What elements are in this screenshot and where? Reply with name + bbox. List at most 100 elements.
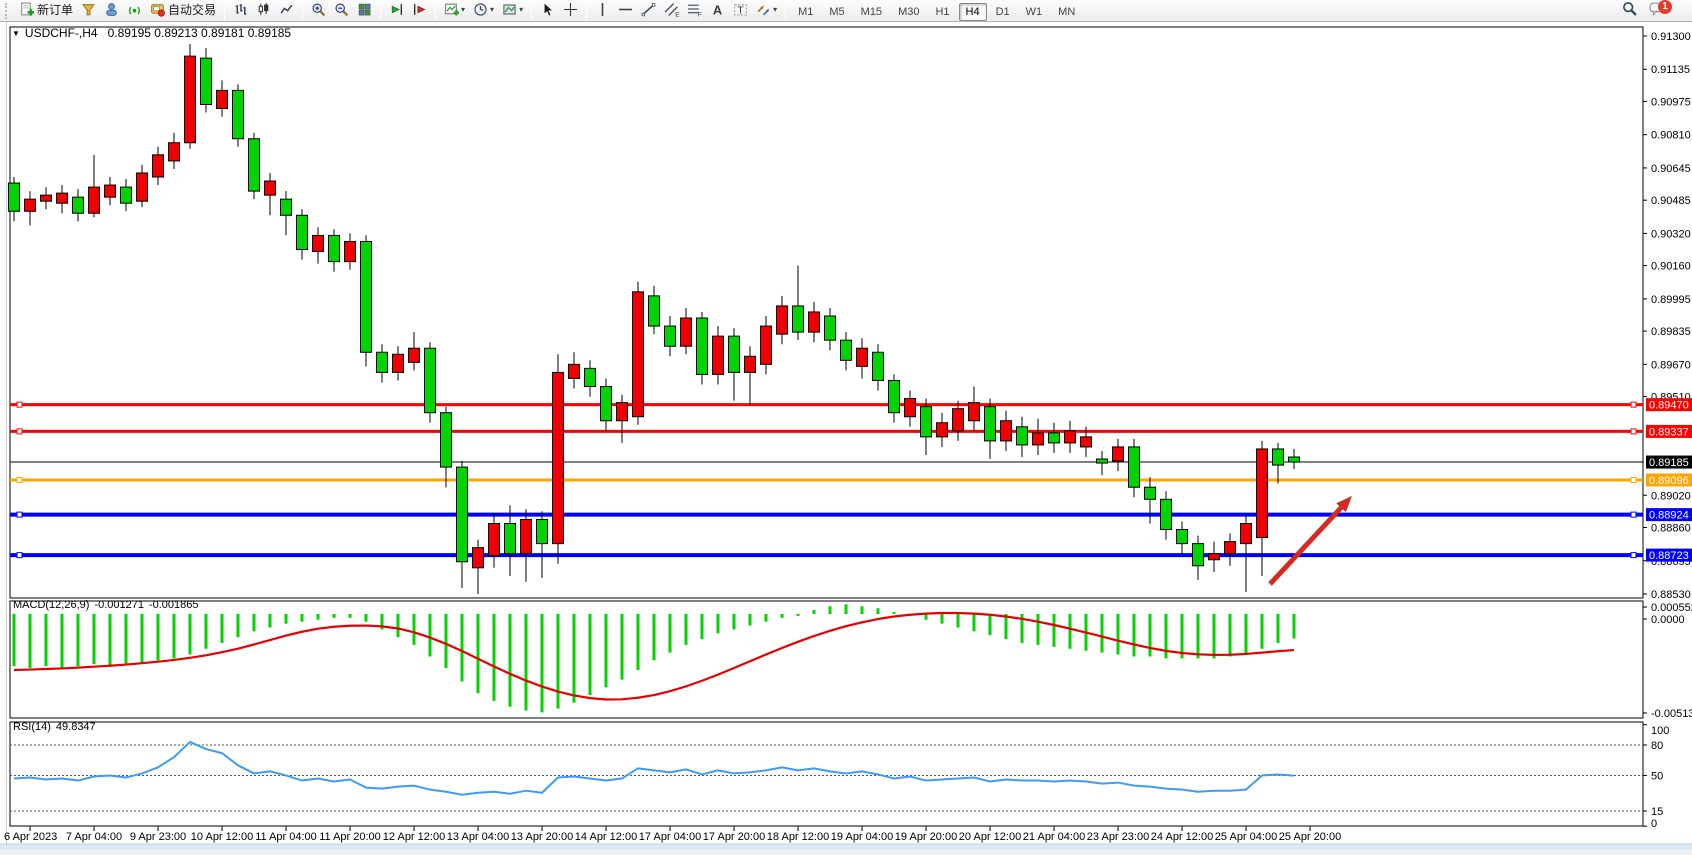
templates-button[interactable]: ▾ [498,0,527,21]
vertical-line-icon [595,2,610,17]
price-axis-label: 0.89670 [1651,359,1691,371]
new-order-icon [19,2,34,17]
chart-shift-button[interactable] [408,0,431,21]
macd-axis-label: 0.000552 [1651,602,1692,614]
price-axis-label: 0.91300 [1651,31,1691,43]
candle [1065,431,1076,443]
new-order-button[interactable]: 新订单 [15,0,77,21]
dropdown-caret-icon[interactable]: ▾ [490,5,494,14]
timeframe-h1-button[interactable]: H1 [928,3,956,21]
periods-button[interactable]: ▾ [469,0,498,21]
candle [1177,530,1188,544]
line-anchor[interactable] [17,429,22,434]
notifications-button[interactable]: 1 [1645,0,1682,22]
tile-windows-button[interactable] [353,0,376,21]
rsi-axis-label: 0 [1651,818,1657,830]
periods-icon [473,2,488,17]
line-chart-button[interactable] [275,0,298,21]
line-anchor[interactable] [17,553,22,558]
search-button[interactable] [1618,0,1641,22]
channel-button[interactable]: E [660,0,683,21]
price-level-badge-label: 0.89096 [1649,475,1689,487]
candle [217,90,228,108]
timeframe-m1-button[interactable]: M1 [791,3,820,21]
toolbar-separator [302,4,303,21]
svg-text:T: T [737,6,743,17]
timeframe-m30-button[interactable]: M30 [891,3,926,21]
candle [441,413,452,467]
candle [553,372,564,543]
candle [681,318,692,346]
date-axis-label: 24 Apr 12:00 [1151,831,1213,843]
toolbar-button-groups: 新订单 自动交易 ▾ ▾ ▾ EFA T ▾ [15,0,790,22]
candle [745,356,756,372]
auto-trading-button[interactable]: 自动交易 [146,0,220,21]
line-anchor[interactable] [1631,429,1636,434]
candle [457,467,468,562]
text-button[interactable]: A [706,0,729,21]
indicators-button[interactable]: ▾ [440,0,469,21]
timeframe-h4-button[interactable]: H4 [959,3,987,21]
chart-area[interactable]: 0.913000.911350.909750.908100.906450.904… [0,22,1692,850]
candle [1257,449,1268,538]
svg-text:A: A [713,3,722,18]
candle [777,306,788,334]
crosshair-button[interactable] [559,0,582,21]
timeframe-w1-button[interactable]: W1 [1019,3,1050,21]
signals-button[interactable] [123,0,146,21]
zoom-out-icon [334,2,349,17]
timeframe-d1-button[interactable]: D1 [989,3,1017,21]
candle [729,336,740,372]
funnel-button[interactable] [77,0,100,21]
chart-shift-icon [412,2,427,17]
cursor-button[interactable] [536,0,559,21]
timeframe-mn-button[interactable]: MN [1051,3,1082,21]
line-anchor[interactable] [1631,477,1636,482]
candle [473,548,484,568]
line-anchor[interactable] [1631,512,1636,517]
candle [1209,554,1220,560]
zoom-out-button[interactable] [330,0,353,21]
price-axis-label: 0.90645 [1651,163,1691,175]
shapes-button[interactable]: ▾ [752,0,781,21]
profile-icon [104,2,119,17]
candle [1129,447,1140,487]
price-pane[interactable] [10,27,1643,598]
candle [169,143,180,161]
date-axis-label: 19 Apr 04:00 [831,831,893,843]
zoom-in-button[interactable] [307,0,330,21]
timeframe-m15-button[interactable]: M15 [854,3,889,21]
line-anchor[interactable] [17,512,22,517]
candle [1097,459,1108,463]
dropdown-caret-icon[interactable]: ▾ [773,5,777,14]
vertical-line-button[interactable] [591,0,614,21]
trendline-button[interactable] [637,0,660,21]
auto-scroll-button[interactable] [385,0,408,21]
candlestick-chart-icon [256,2,271,17]
dropdown-caret-icon[interactable]: ▾ [519,5,523,14]
candle [489,523,500,555]
line-anchor[interactable] [1631,553,1636,558]
line-anchor[interactable] [17,402,22,407]
date-axis-label: 13 Apr 04:00 [447,831,509,843]
fibonacci-button[interactable]: F [683,0,706,21]
signals-icon [127,2,142,17]
bar-chart-button[interactable] [229,0,252,21]
dropdown-caret-icon[interactable]: ▾ [461,5,465,14]
profile-button[interactable] [100,0,123,21]
candle [121,187,132,203]
candlestick-chart-button[interactable] [252,0,275,21]
candle [281,199,292,215]
toolbar-grip[interactable] [5,3,12,19]
candle [233,90,244,138]
text-label-button[interactable]: T [729,0,752,21]
scrollbar-strip[interactable] [0,844,1692,850]
candle [393,354,404,372]
chart-canvas[interactable]: 0.913000.911350.909750.908100.906450.904… [0,22,1692,850]
candle [1193,544,1204,566]
line-anchor[interactable] [17,477,22,482]
horizontal-line-button[interactable] [614,0,637,21]
timeframe-m5-button[interactable]: M5 [822,3,851,21]
line-anchor[interactable] [1631,402,1636,407]
candle [537,519,548,543]
